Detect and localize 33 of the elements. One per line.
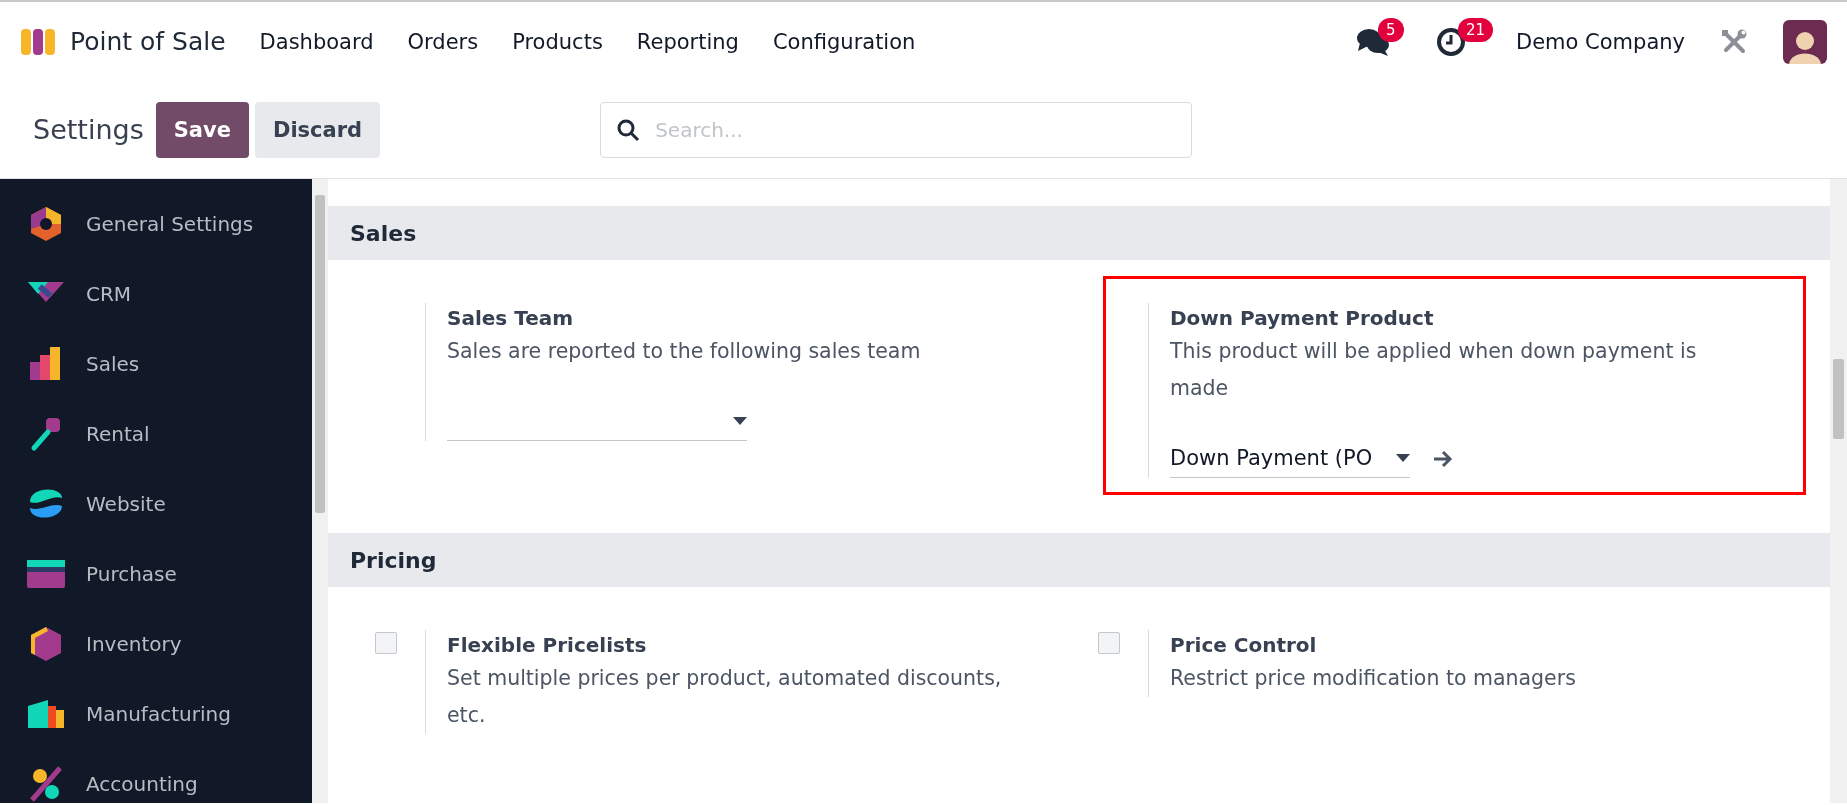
discard-button[interactable]: Discard [255,101,381,158]
setting-title: Down Payment Product [1170,305,1435,332]
menu-item[interactable]: Orders [407,29,479,54]
menu-item[interactable]: Dashboard [259,29,374,54]
setting-description: Set multiple prices per product, automated discounts, etc. [447,665,1003,729]
setting-title: Price Control [1170,632,1318,659]
sidebar-item[interactable]: CRM [86,282,132,306]
setting-title: Sales Team [447,305,575,332]
sidebar-item[interactable]: Inventory [86,632,182,656]
page-title: Settings [33,114,144,145]
activity-count: 21 [1458,17,1494,42]
company-name[interactable]: Demo Company [1516,29,1685,54]
menu-item[interactable]: Reporting [636,29,739,54]
setting-title: Flexible Pricelists [447,632,648,659]
message-count: 5 [1378,17,1404,42]
section-header: Sales [328,206,1830,260]
menu-item[interactable]: Configuration [772,29,916,54]
setting-description: Restrict price modification to managers [1170,665,1576,692]
app-name[interactable]: Point of Sale [70,27,226,56]
sidebar-item[interactable]: Accounting [86,772,198,796]
setting-description: This product will be applied when down payment is made [1170,338,1698,402]
menu-item[interactable]: Products [512,29,603,54]
sidebar-item[interactable]: Website [86,492,166,516]
sidebar-item[interactable]: Purchase [86,562,177,586]
section-header: Pricing [328,533,1830,587]
search-field[interactable]: Search... [600,101,1193,158]
sidebar-item[interactable]: Manufacturing [86,702,231,726]
sidebar-item[interactable]: Rental [86,422,150,446]
save-button[interactable]: Save [155,101,249,158]
setting-description: Sales are reported to the following sales team [447,338,921,365]
sidebar-item[interactable]: Sales [86,352,140,376]
dropdown-field[interactable]: Down Payment (PO [1170,439,1410,478]
sidebar-item[interactable]: General Settings [86,212,254,236]
